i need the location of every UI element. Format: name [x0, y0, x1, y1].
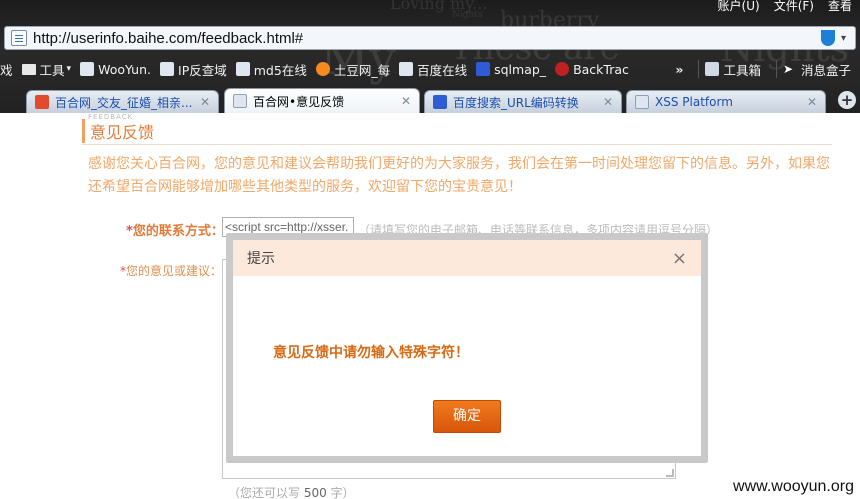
dialog-title: 提示 [247, 251, 275, 267]
required-mark: * [126, 224, 133, 239]
bookmarks-more-button[interactable]: » [675, 62, 683, 77]
bookmark-item[interactable]: sqlmap_ [476, 62, 546, 77]
remain-suffix: 字） [326, 486, 355, 499]
bookmark-label: 戏 [0, 62, 13, 78]
alert-dialog: 提示 × 意见反馈中请勿输入特殊字符！ 确定 [233, 240, 701, 456]
bookmark-item[interactable]: BackTrac [555, 62, 629, 77]
toolbox-icon [705, 62, 720, 76]
toolbox-label: 工具箱 [723, 62, 761, 78]
toolbox-button[interactable]: 工具箱 [705, 60, 761, 79]
watermark: www.wooyun.org [733, 478, 854, 495]
dialog-message: 意见反馈中请勿输入特殊字符！ [273, 345, 469, 361]
bookmark-item[interactable]: 土豆网_每 [315, 60, 391, 79]
skin-text-2: Nights [452, 10, 483, 20]
dialog-header: 提示 × [233, 240, 701, 276]
tab-baidu-url-encode[interactable]: 百度搜索_URL编码转换 ✕ [424, 90, 622, 113]
close-icon[interactable]: × [672, 248, 687, 269]
bookmark-label: 土豆网_每 [333, 62, 391, 78]
bookmark-label: BackTrac [573, 61, 629, 77]
bookmark-item[interactable]: 百度在线 [399, 60, 467, 79]
menu-bar: 账户(U) 文件(F) 查看 [718, 0, 860, 14]
address-bar[interactable]: http://userinfo.baihe.com/feedback.html#… [4, 26, 856, 50]
page-title: 意见反馈 [82, 119, 154, 143]
bookmarks-bar: 戏 工具 ▾ WooYun. IP反查域 md5在线 土豆网_每 百度在线 sql… [0, 56, 860, 82]
baidu-icon [476, 62, 491, 76]
remain-count: 500 [303, 486, 327, 499]
bookmark-label: md5在线 [253, 62, 307, 78]
bookmark-label: 工具 [39, 62, 65, 78]
url-text[interactable]: http://userinfo.baihe.com/feedback.html# [33, 30, 821, 47]
baidu-icon [433, 95, 447, 109]
message-box-button[interactable]: ➤ 消息盒子 [783, 60, 851, 79]
tab-baihe-home[interactable]: 百合网_交友_征婚_相亲... ✕ [26, 90, 219, 113]
contact-label: *您的联系方式： [126, 220, 224, 239]
page-icon [635, 95, 649, 109]
tudou-icon [315, 62, 330, 76]
folder-icon [21, 63, 36, 75]
browser-chrome: Loving my... Nights burberry These are M… [0, 0, 860, 113]
intro-text: 感谢您关心百合网，您的意见和建议会帮助我们更好的为大家服务，我们会在第一时间处理… [88, 156, 830, 195]
bookmark-item[interactable]: WooYun. [80, 62, 151, 77]
tab-label: 百合网_交友_征婚_相亲... [55, 95, 193, 110]
close-icon[interactable]: ✕ [401, 94, 411, 108]
page-icon [235, 62, 250, 76]
menu-view[interactable]: 查看 [828, 0, 852, 14]
bookmark-label: IP反查域 [178, 62, 227, 78]
divider [82, 144, 832, 145]
bookmark-item[interactable]: md5在线 [235, 60, 307, 79]
page-icon [80, 62, 95, 76]
close-icon[interactable]: ✕ [603, 95, 613, 109]
contact-label-text: 您的联系方式： [132, 224, 224, 239]
ok-button[interactable]: 确定 [433, 400, 501, 433]
bookmark-label: 百度在线 [417, 62, 468, 78]
divider [775, 60, 777, 78]
bookmark-folder-tools[interactable]: 工具 ▾ [21, 60, 71, 79]
resize-handle[interactable] [666, 469, 674, 477]
tab-xss-platform[interactable]: XSS Platform ✕ [626, 90, 826, 113]
chevron-down-icon[interactable]: ▾ [841, 33, 851, 44]
new-tab-button[interactable]: + [838, 91, 856, 109]
page-icon [233, 94, 247, 108]
tab-label: 百合网•意见反馈 [253, 94, 345, 109]
baihe-icon [35, 95, 49, 109]
page-icon [399, 62, 414, 76]
security-shield-icon[interactable] [821, 30, 835, 46]
suggestion-label: *您的意见或建议： [120, 262, 222, 279]
bookmarks-right: » 工具箱 ➤ 消息盒子 [675, 56, 860, 82]
tab-feedback[interactable]: 百合网•意见反馈 ✕ [224, 88, 420, 113]
suggestion-label-text: 您的意见或建议： [126, 264, 223, 278]
page-icon [11, 30, 27, 46]
bookmark-item[interactable]: IP反查域 [160, 60, 227, 79]
tab-strip: 百合网_交友_征婚_相亲... ✕ 百合网•意见反馈 ✕ 百度搜索_URL编码转… [0, 88, 860, 113]
menu-file[interactable]: 文件(F) [774, 0, 814, 14]
close-icon[interactable]: ✕ [200, 95, 210, 109]
menu-account[interactable]: 账户(U) [718, 0, 760, 14]
divider [698, 60, 700, 78]
char-remaining: （您还可以写 500 字） [228, 484, 355, 499]
cursor-icon: ➤ [782, 62, 794, 76]
close-icon[interactable]: ✕ [807, 95, 817, 109]
tab-label: XSS Platform [655, 95, 733, 109]
bookmark-label: sqlmap_ [494, 61, 547, 77]
bookmark-item[interactable]: 戏 [0, 60, 13, 79]
dragon-icon [555, 62, 570, 76]
message-box-label: 消息盒子 [800, 62, 851, 78]
tab-label: 百度搜索_URL编码转换 [453, 95, 579, 110]
bookmark-label: WooYun. [98, 61, 152, 77]
page-icon [160, 62, 175, 76]
remain-prefix: （您还可以写 [228, 486, 304, 499]
